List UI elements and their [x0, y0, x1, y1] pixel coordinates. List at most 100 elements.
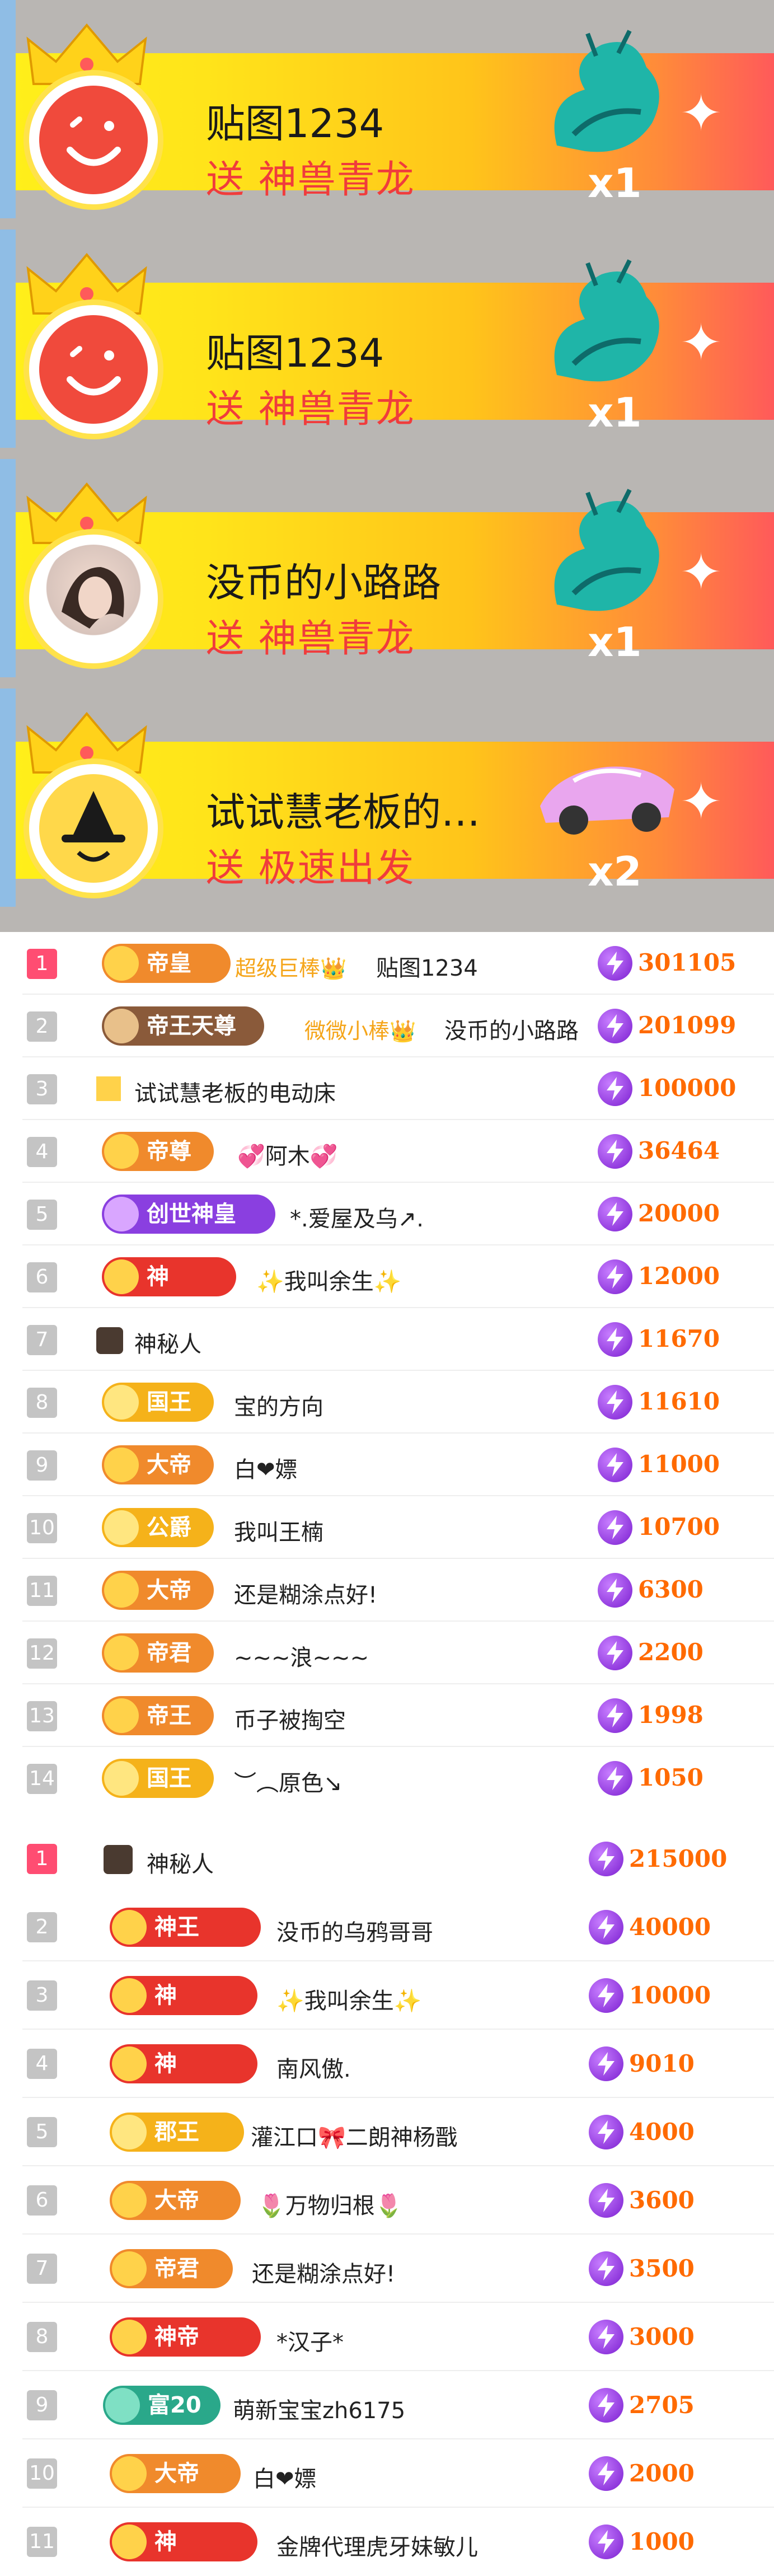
table-row[interactable]: 7 神秘人 11670	[0, 1308, 774, 1371]
score-value: 36464	[638, 1137, 720, 1164]
sender-name: 贴图1234	[206, 330, 384, 376]
score-value: 3600	[629, 2186, 695, 2214]
gift-banner[interactable]: 没币的小路路 送 神兽青龙 x1 ✦	[0, 459, 774, 677]
level-badge: 帝王	[102, 1696, 214, 1735]
user-name: *汉子*	[276, 2330, 344, 2355]
table-row[interactable]: 2 帝王天尊 微微小棒👑 没币的小路路 201099	[0, 995, 774, 1057]
gift-banner[interactable]: 贴图1234 送 神兽青龙 x1 ✦	[0, 230, 774, 448]
title-prefix: 超级巨棒👑	[235, 956, 347, 981]
score-value: 20000	[638, 1200, 720, 1227]
lightning-coin-icon	[598, 1510, 632, 1545]
table-row[interactable]: 1 帝皇 超级巨棒👑 贴图1234 301105	[0, 932, 774, 995]
table-row[interactable]: 9 大帝 白❤嫖 11000	[0, 1434, 774, 1496]
rank-number: 8	[27, 2322, 57, 2352]
score-value: 3500	[629, 2255, 695, 2282]
score-value: 10000	[629, 1982, 711, 2009]
user-name: 我叫王楠	[234, 1520, 323, 1545]
level-badge: 帝皇	[102, 944, 231, 983]
table-row[interactable]: 3 试试慧老板的电动床 100000	[0, 1057, 774, 1120]
rank-number: 11	[27, 2527, 57, 2557]
dragon-gift-icon	[554, 30, 659, 152]
rank-number: 6	[27, 1262, 57, 1292]
lightning-coin-icon	[589, 2115, 623, 2149]
table-row[interactable]: 7 帝君 还是糊涂点好! 3500	[0, 2235, 774, 2303]
table-row[interactable]: 10 大帝 白❤嫖 2000	[0, 2439, 774, 2508]
rank-number: 6	[27, 2185, 57, 2216]
level-badge: 创世神皇	[102, 1195, 275, 1234]
rank-number: 5	[27, 1200, 57, 1230]
user-name: 币子被掏空	[234, 1708, 346, 1734]
table-row[interactable]: 4 帝尊 💞阿木💞 36464	[0, 1120, 774, 1183]
rank-number: 4	[27, 1137, 57, 1167]
gift-count: x1	[588, 389, 642, 436]
rank-number: 1	[27, 949, 57, 979]
table-row[interactable]: 12 帝君 ~~~浪~~~ 2200	[0, 1622, 774, 1684]
table-row[interactable]: 4 神 南风傲. 9010	[0, 2030, 774, 2098]
level-badge: 国王	[102, 1383, 214, 1422]
sender-name: 没币的小路路	[206, 560, 441, 606]
dragon-gift-icon	[554, 259, 659, 382]
sparkle-icon: ✦	[680, 313, 723, 372]
table-row[interactable]: 11 大帝 还是糊涂点好! 6300	[0, 1559, 774, 1622]
table-row[interactable]: 11 神 金牌代理虎牙妹敏儿 1000	[0, 2508, 774, 2576]
table-row[interactable]: 2 神王 没币的乌鸦哥哥 40000	[0, 1893, 774, 1961]
table-row[interactable]: 9 富20 萌新宝宝zh6175 2705	[0, 2371, 774, 2439]
user-name: 神秘人	[147, 1852, 214, 1877]
table-row[interactable]: 8 神帝 *汉子* 3000	[0, 2303, 774, 2371]
lightning-coin-icon	[598, 1259, 632, 1294]
rank-number: 13	[27, 1701, 57, 1731]
user-name: 白❤嫖	[234, 1457, 298, 1483]
mystery-user-icon	[96, 1327, 123, 1354]
user-name: 金牌代理虎牙妹敏儿	[276, 2535, 478, 2560]
banner-edge	[0, 689, 16, 907]
table-row[interactable]: 1 神秘人 215000	[0, 1825, 774, 1893]
score-value: 1000	[629, 2528, 695, 2555]
table-row[interactable]: 5 创世神皇 *.爱屋及乌↗. 20000	[0, 1183, 774, 1245]
rank-number: 3	[27, 1074, 57, 1104]
level-badge: 神	[102, 1257, 236, 1296]
table-row[interactable]: 5 郡王 灌江口🎀二朗神杨戬 4000	[0, 2098, 774, 2166]
gift-banner[interactable]: 贴图1234 送 神兽青龙 x1 ✦	[0, 0, 774, 218]
lightning-coin-icon	[598, 1761, 632, 1796]
user-name: 还是糊涂点好!	[252, 2261, 396, 2287]
table-row[interactable]: 10 公爵 我叫王楠 10700	[0, 1496, 774, 1559]
level-badge: 公爵	[102, 1508, 214, 1547]
rank-number: 7	[27, 2254, 57, 2284]
table-row[interactable]: 13 帝王 币子被掏空 1998	[0, 1684, 774, 1747]
sparkle-icon: ✦	[680, 543, 723, 602]
table-row[interactable]: 3 神 ✨我叫余生✨ 10000	[0, 1961, 774, 2030]
gift-banner[interactable]: 试试慧老板的… 送 极速出发 x2 ✦	[0, 689, 774, 907]
rank-number: 10	[27, 1513, 57, 1543]
level-badge: 神	[110, 1976, 257, 2015]
level-badge: 国王	[102, 1759, 214, 1798]
user-name: 南风傲.	[276, 2057, 351, 2082]
rank-number: 9	[27, 2390, 57, 2420]
user-name: *.爱屋及乌↗.	[290, 1206, 424, 1232]
user-name: 试试慧老板的电动床	[134, 1081, 336, 1107]
lightning-coin-icon	[589, 2183, 623, 2218]
score-value: 2000	[629, 2460, 695, 2487]
user-name: 灌江口🎀二朗神杨戬	[251, 2125, 458, 2151]
level-badge: 大帝	[102, 1571, 214, 1610]
lightning-coin-icon	[589, 2046, 623, 2081]
score-value: 11000	[638, 1450, 720, 1478]
table-row[interactable]: 14 国王 ︶︵原色↘ 1050	[0, 1747, 774, 1810]
gift-line: 送 神兽青龙	[206, 158, 415, 202]
table-row[interactable]: 6 大帝 🌷万物归根🌷 3600	[0, 2166, 774, 2235]
score-value: 215000	[629, 1845, 728, 1872]
level-badge: 帝王天尊	[102, 1006, 264, 1046]
level-badge: 神	[110, 2044, 257, 2083]
dragon-gift-icon	[554, 489, 659, 611]
rank-number: 11	[27, 1576, 57, 1606]
table-row[interactable]: 8 国王 宝的方向 11610	[0, 1371, 774, 1434]
rank-number: 14	[27, 1764, 57, 1794]
user-name: 🌷万物归根🌷	[257, 2193, 403, 2219]
score-value: 201099	[638, 1011, 737, 1039]
lightning-coin-icon	[598, 1448, 632, 1482]
banner-edge	[0, 230, 16, 448]
lightning-coin-icon	[589, 1842, 623, 1876]
lightning-coin-icon	[598, 1009, 632, 1043]
rank-number: 5	[27, 2117, 57, 2147]
level-badge: 富20	[103, 2386, 221, 2425]
table-row[interactable]: 6 神 ✨我叫余生✨ 12000	[0, 1245, 774, 1308]
